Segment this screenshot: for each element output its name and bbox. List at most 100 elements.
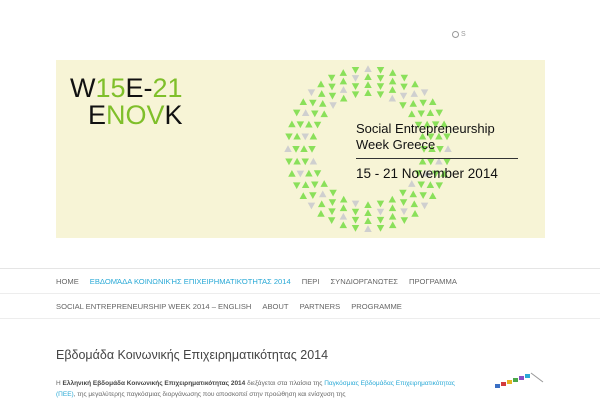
- ring-triangle: [410, 200, 419, 208]
- nav-item-week-2014[interactable]: ΕΒΔΟΜΆΔΑ ΚΟΙΝΩΝΙΚΉΣ ΕΠΙΧΕΙΡΗΜΑΤΙΚΌΤΗΤΑΣ …: [90, 269, 291, 295]
- ring-triangle: [301, 133, 309, 141]
- search-control[interactable]: S: [452, 31, 466, 38]
- ring-triangle: [309, 132, 318, 140]
- ring-triangle: [339, 195, 348, 203]
- ring-triangle: [351, 208, 360, 216]
- nav-item-co-organizers[interactable]: ΣΥΝΔΙΟΡΓΑΝΩΤΕΣ: [330, 269, 398, 295]
- ring-triangle: [299, 98, 308, 105]
- banner-heading-line2: Week Greece: [356, 137, 436, 152]
- header-banner: W15E-21 ENOVK Social Entrepreneurship We…: [56, 60, 545, 238]
- nav-item-programme[interactable]: PROGRAMME: [351, 294, 402, 320]
- ring-triangle: [364, 225, 372, 232]
- ring-triangle: [309, 192, 317, 200]
- ring-triangle: [351, 91, 360, 99]
- search-label[interactable]: S: [461, 31, 466, 38]
- banner-heading-line1: Social Entrepreneurship: [356, 121, 495, 136]
- ring-triangle: [300, 145, 308, 152]
- ring-triangle: [329, 189, 337, 197]
- ring-triangle: [351, 66, 360, 74]
- ring-triangle: [307, 89, 316, 97]
- ring-triangle: [376, 75, 385, 82]
- ring-triangle: [313, 121, 322, 129]
- ring-triangle: [411, 80, 419, 88]
- ring-triangle: [408, 110, 416, 118]
- ring-triangle: [364, 209, 372, 216]
- nav-item-english[interactable]: SOCIAL ENTREPRENEURSHIP WEEK 2014 – ENGL…: [56, 294, 251, 320]
- ring-triangle: [399, 92, 408, 100]
- ring-triangle: [376, 208, 385, 216]
- ring-triangle: [351, 225, 360, 232]
- banner-divider: [356, 158, 518, 159]
- ring-triangle: [388, 94, 397, 102]
- ring-triangle: [388, 221, 397, 229]
- ring-triangle: [364, 65, 372, 72]
- ring-triangle: [328, 92, 337, 100]
- ring-triangle: [339, 212, 348, 220]
- ring-triangle: [364, 217, 372, 224]
- ring-triangle: [400, 208, 408, 216]
- ring-triangle: [420, 89, 429, 97]
- nav-item-home[interactable]: HOME: [56, 269, 79, 295]
- intro-bold-text: Ελληνική Εβδομάδα Κοινωνικής Επιχειρηματ…: [62, 380, 246, 387]
- nav-item-about[interactable]: ABOUT: [262, 294, 288, 320]
- ring-triangle: [288, 120, 296, 128]
- nav-divider: [0, 318, 600, 319]
- ring-triangle: [318, 190, 327, 198]
- secondary-nav: SOCIAL ENTREPRENEURSHIP WEEK 2014 – ENGL…: [0, 293, 600, 320]
- ring-triangle: [388, 77, 397, 85]
- ring-triangle: [328, 199, 337, 206]
- primary-nav: HOME ΕΒΔΟΜΆΔΑ ΚΟΙΝΩΝΙΚΉΣ ΕΠΙΧΕΙΡΗΜΑΤΙΚΌΤ…: [0, 268, 600, 295]
- nav-item-partners[interactable]: PARTNERS: [300, 294, 341, 320]
- ring-triangle: [329, 102, 337, 109]
- ring-triangle: [299, 192, 308, 200]
- ring-triangle: [388, 204, 397, 212]
- partner-logo-graphic: [495, 372, 544, 388]
- ring-triangle: [419, 99, 427, 107]
- ring-triangle: [364, 89, 372, 96]
- nav-item-about-gr[interactable]: ΠΕΡΙ: [302, 269, 320, 295]
- ring-triangle: [285, 133, 293, 141]
- ring-triangle: [327, 217, 336, 225]
- ring-triangle: [388, 69, 397, 76]
- nav-item-programme-gr[interactable]: ΠΡΟΓΡΑΜΜΑ: [409, 269, 457, 295]
- ring-triangle: [364, 73, 372, 80]
- search-icon[interactable]: [452, 31, 459, 38]
- ring-triangle: [320, 180, 328, 187]
- ring-triangle: [426, 109, 435, 116]
- ring-triangle: [292, 146, 300, 153]
- ring-triangle: [409, 99, 418, 107]
- ring-triangle: [301, 181, 310, 188]
- page-title: Εβδομάδα Κοινωνικής Επιχειρηματικότητας …: [56, 348, 329, 362]
- ring-triangle: [376, 225, 385, 232]
- event-logo: W15E-21 ENOVK: [70, 73, 183, 130]
- ring-triangle: [399, 199, 408, 206]
- ring-triangle: [411, 209, 419, 217]
- ring-triangle: [420, 202, 429, 210]
- ring-triangle: [435, 182, 444, 190]
- ring-triangle: [376, 200, 385, 208]
- ring-triangle: [444, 145, 452, 152]
- ring-triangle: [400, 217, 409, 225]
- ring-triangle: [376, 91, 385, 99]
- ring-triangle: [376, 66, 385, 74]
- ring-triangle: [409, 190, 418, 198]
- ring-triangle: [364, 201, 372, 208]
- ring-triangle: [399, 189, 407, 197]
- ring-triangle: [308, 146, 316, 153]
- ring-triangle: [364, 81, 372, 88]
- ring-triangle: [309, 157, 318, 165]
- ring-triangle: [292, 109, 301, 117]
- ring-triangle: [443, 158, 451, 166]
- ring-triangle: [309, 99, 317, 107]
- ring-triangle: [351, 216, 360, 224]
- ring-triangle: [301, 158, 309, 166]
- ring-triangle: [296, 170, 305, 178]
- ring-triangle: [400, 74, 409, 82]
- ring-triangle: [376, 83, 385, 90]
- ring-triangle: [318, 99, 327, 107]
- ring-triangle: [428, 192, 437, 200]
- ring-triangle: [339, 86, 348, 93]
- ring-triangle: [317, 90, 326, 97]
- ring-triangle: [400, 83, 408, 91]
- ring-triangle: [327, 74, 336, 82]
